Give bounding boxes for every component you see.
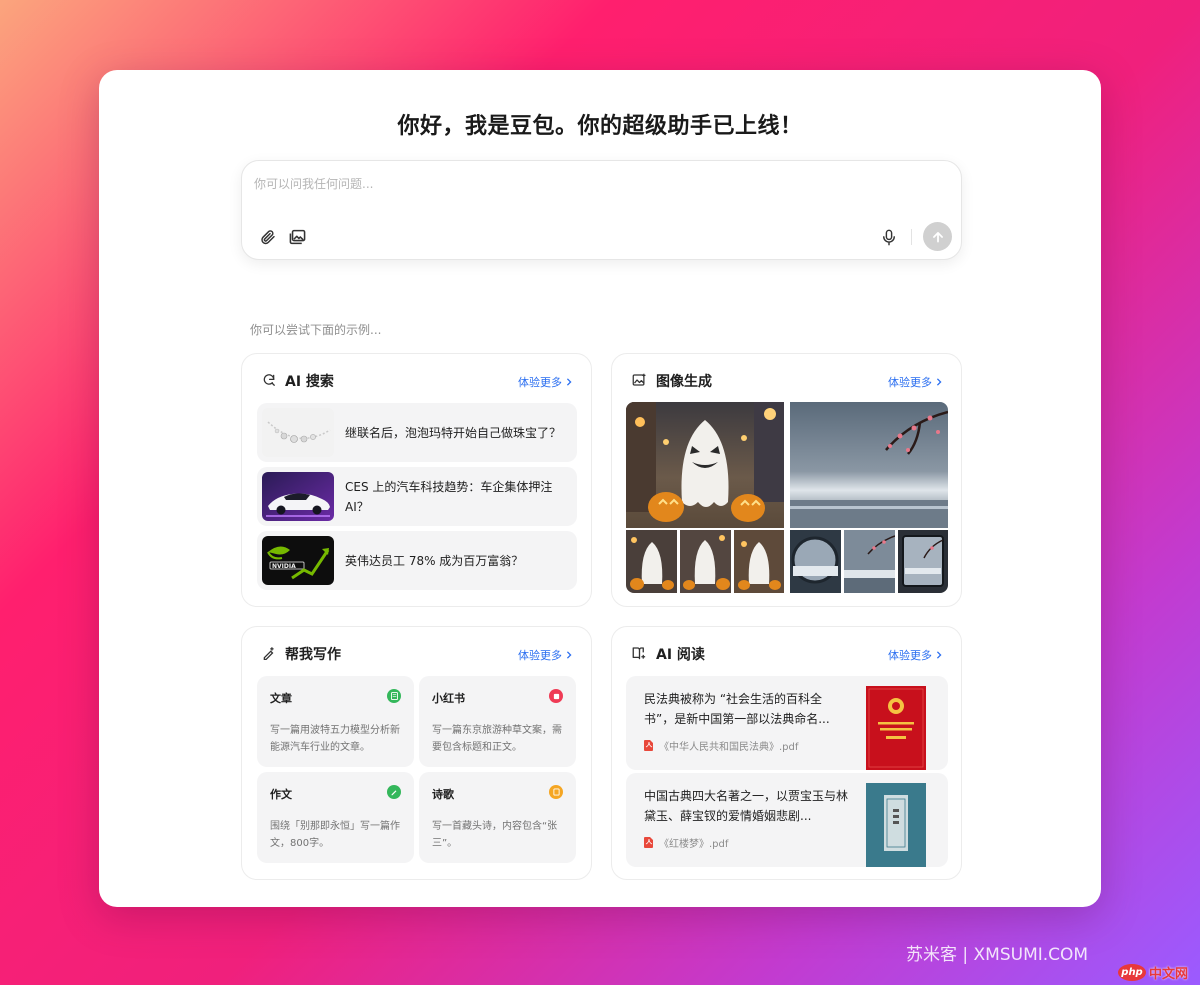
- main-card: 你好，我是豆包。你的超级助手已上线！ 你可以尝试下面的示例... AI 搜索 体…: [99, 70, 1101, 907]
- image-gen-title: 图像生成: [656, 371, 712, 391]
- writing-card-poem[interactable]: 诗歌 写一首藏头诗，内容包含“张三”。: [419, 772, 576, 863]
- winter-variant-image[interactable]: [898, 530, 948, 593]
- winter-variant-image[interactable]: [790, 530, 841, 593]
- ai-reading-title: AI 阅读: [656, 644, 705, 664]
- writing-card-desc: 写一首藏头诗，内容包含“张三”。: [432, 818, 566, 852]
- news-item[interactable]: CES 上的汽车科技趋势：车企集体押注AI？: [257, 467, 577, 526]
- pencil-icon: [387, 785, 401, 799]
- reading-item[interactable]: 民法典被称为 “社会生活的百科全书”，是新中国第一部以法典命名... 《中华人民…: [626, 676, 948, 770]
- image-upload-icon[interactable]: [287, 227, 307, 247]
- writing-card-title: 文章: [270, 690, 292, 706]
- xiaohongshu-icon: [549, 689, 563, 703]
- chat-input[interactable]: [254, 173, 944, 195]
- send-button[interactable]: [923, 222, 952, 251]
- writing-card-xiaohongshu[interactable]: 小红书 写一篇东京旅游种草文案，需要包含标题和正文。: [419, 676, 576, 767]
- image-sparkle-icon: [632, 372, 647, 391]
- ghost-variant-image[interactable]: [734, 530, 784, 593]
- book-open-icon: [632, 645, 647, 664]
- news-item[interactable]: NVIDIA 英伟达员工 78% 成为百万富翁？: [257, 531, 577, 590]
- reading-file: 《红楼梦》.pdf: [644, 835, 728, 850]
- jewelry-necklace-image: [262, 408, 334, 457]
- chevron-right-icon: [935, 378, 943, 386]
- news-item-text: 英伟达员工 78% 成为百万富翁？: [345, 531, 565, 590]
- arrow-up-icon: [931, 230, 945, 244]
- news-item-text: 继联名后，泡泡玛特开始自己做珠宝了？: [345, 403, 565, 462]
- image-gen-panel: 图像生成 体验更多: [611, 353, 962, 607]
- concept-car-image: [262, 472, 334, 521]
- writing-card-title: 诗歌: [432, 786, 454, 802]
- pdf-icon: [644, 740, 653, 751]
- paperclip-icon[interactable]: [258, 227, 278, 247]
- civil-code-book-cover: [866, 686, 926, 770]
- reading-item-text: 民法典被称为 “社会生活的百科全书”，是新中国第一部以法典命名...: [644, 689, 849, 729]
- writing-card-desc: 写一篇东京旅游种草文案，需要包含标题和正文。: [432, 722, 566, 756]
- writing-card-desc: 围绕「别那即永恒」写一篇作文，800字。: [270, 818, 404, 852]
- document-icon: [387, 689, 401, 703]
- search-refresh-icon: [262, 372, 276, 391]
- ghost-pumpkin-image[interactable]: [626, 402, 784, 528]
- php-cn-logo: php 中文网: [1118, 962, 1196, 982]
- svg-text:NVIDIA: NVIDIA: [272, 563, 296, 570]
- nvidia-logo-chart-image: NVIDIA: [262, 536, 334, 585]
- ai-search-panel: AI 搜索 体验更多 继联名后，泡泡玛特开始自己做珠宝了？ CES 上的汽车科技…: [241, 353, 592, 607]
- ai-search-more-link[interactable]: 体验更多: [518, 374, 573, 390]
- chevron-right-icon: [935, 651, 943, 659]
- reading-file: 《中华人民共和国民法典》.pdf: [644, 738, 798, 753]
- writing-title: 帮我写作: [285, 644, 341, 664]
- chevron-right-icon: [565, 651, 573, 659]
- chat-input-box[interactable]: [241, 160, 962, 260]
- writing-card-title: 小红书: [432, 690, 465, 706]
- chevron-right-icon: [565, 378, 573, 386]
- winter-variant-image[interactable]: [844, 530, 895, 593]
- ghost-variant-image[interactable]: [680, 530, 731, 593]
- news-item[interactable]: 继联名后，泡泡玛特开始自己做珠宝了？: [257, 403, 577, 462]
- pdf-icon: [644, 837, 653, 848]
- microphone-icon[interactable]: [879, 227, 899, 247]
- writing-card-desc: 写一篇用波特五力模型分析新能源汽车行业的文章。: [270, 722, 404, 756]
- site-watermark: 苏米客 | XMSUMI.COM: [906, 940, 1088, 965]
- image-gallery: [626, 402, 948, 593]
- ai-reading-panel: AI 阅读 体验更多 民法典被称为 “社会生活的百科全书”，是新中国第一部以法典…: [611, 626, 962, 880]
- reading-item-text: 中国古典四大名著之一，以贾宝玉与林黛玉、薛宝钗的爱情婚姻悲剧...: [644, 786, 849, 826]
- reading-item[interactable]: 中国古典四大名著之一，以贾宝玉与林黛玉、薛宝钗的爱情婚姻悲剧... 《红楼梦》.…: [626, 773, 948, 867]
- news-item-text: CES 上的汽车科技趋势：车企集体押注AI？: [345, 467, 565, 526]
- writing-card-essay[interactable]: 作文 围绕「别那即永恒」写一篇作文，800字。: [257, 772, 414, 863]
- winter-plum-blossom-image[interactable]: [790, 402, 948, 528]
- examples-hint: 你可以尝试下面的示例...: [250, 321, 381, 338]
- poem-icon: [549, 785, 563, 799]
- pen-sparkle-icon: [262, 645, 276, 664]
- greeting-title: 你好，我是豆包。你的超级助手已上线！: [99, 108, 1101, 140]
- writing-panel: 帮我写作 体验更多 文章 写一篇用波特五力模型分析新能源汽车行业的文章。 小红书…: [241, 626, 592, 880]
- ai-search-title: AI 搜索: [285, 371, 334, 391]
- image-gen-more-link[interactable]: 体验更多: [888, 374, 943, 390]
- writing-more-link[interactable]: 体验更多: [518, 647, 573, 663]
- toolbar-divider: [911, 229, 912, 245]
- ai-reading-more-link[interactable]: 体验更多: [888, 647, 943, 663]
- ghost-variant-image[interactable]: [626, 530, 677, 593]
- writing-card-article[interactable]: 文章 写一篇用波特五力模型分析新能源汽车行业的文章。: [257, 676, 414, 767]
- dream-red-mansions-book-cover: [866, 783, 926, 867]
- writing-card-title: 作文: [270, 786, 292, 802]
